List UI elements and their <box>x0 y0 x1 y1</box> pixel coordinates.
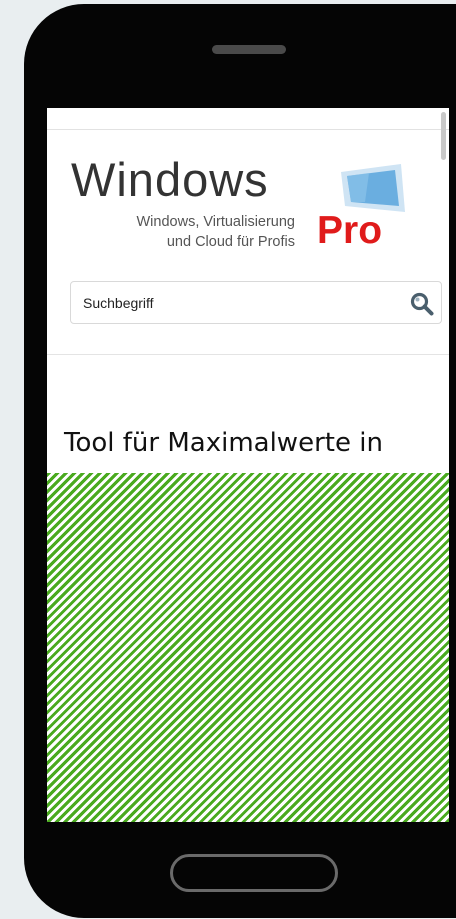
logo-tagline: Windows, Virtualisierung und Cloud für P… <box>136 214 296 250</box>
article-title[interactable]: Tool für Maximalwerte in <box>64 426 444 460</box>
phone-home-button[interactable] <box>170 854 338 892</box>
logo-pro: Pro <box>317 209 383 252</box>
search-input[interactable] <box>83 293 383 313</box>
hatched-overlay <box>47 473 449 822</box>
logo-wordmark: Windows <box>71 153 269 206</box>
browser-top-bar <box>47 108 449 130</box>
header-divider <box>47 354 449 355</box>
phone-speaker <box>212 45 286 54</box>
phone-screen: Windows Windows, Virtualisierung und Clo… <box>47 108 449 822</box>
site-logo[interactable]: Windows Windows, Virtualisierung und Clo… <box>71 154 421 264</box>
scrollbar[interactable] <box>441 112 446 160</box>
search-icon[interactable] <box>409 291 435 317</box>
search-box <box>70 281 442 324</box>
